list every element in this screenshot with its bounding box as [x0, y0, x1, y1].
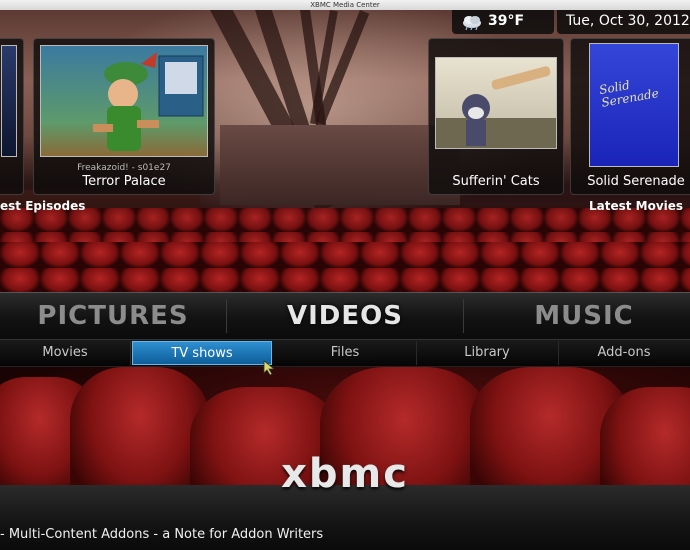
episode-thumbnail	[40, 45, 208, 157]
movie-poster: Solid Serenade	[589, 43, 679, 167]
movie-card[interactable]: Sufferin' Cats	[428, 38, 564, 195]
sub-menu-tv-shows[interactable]: TV shows	[132, 341, 272, 365]
sub-menu-add-ons[interactable]: Add-ons	[558, 341, 690, 365]
movie-card[interactable]: Solid Serenade Solid Serenade	[570, 38, 690, 195]
latest-episodes-label: est Episodes	[0, 199, 86, 213]
sub-menu-label: Files	[330, 345, 360, 360]
rss-ticker[interactable]: - Multi-Content Addons - a Note for Addo…	[0, 527, 323, 542]
episode-show-label: Freakazoid! - s01e27	[77, 163, 171, 173]
main-menu-videos[interactable]: VIDEOS	[227, 293, 463, 339]
window-title-bar: XBMC Media Center	[0, 0, 690, 10]
temperature: 39°F	[488, 13, 525, 29]
episode-card-partial[interactable]	[0, 38, 24, 195]
mouse-pointer-icon	[263, 360, 276, 376]
episode-title: Terror Palace	[82, 174, 166, 189]
episode-card[interactable]: Freakazoid! - s01e27 Terror Palace	[33, 38, 215, 195]
movie-title: Sufferin' Cats	[452, 174, 540, 189]
sub-menu-label: Library	[464, 345, 510, 360]
cloud-icon	[463, 16, 481, 30]
sub-menu-label: Add-ons	[597, 345, 651, 360]
main-menu: PICTURES VIDEOS MUSIC	[0, 292, 690, 340]
sub-menu-movies[interactable]: Movies	[0, 341, 131, 365]
poster-caption: Solid Serenade	[598, 77, 660, 110]
movie-thumbnail	[435, 57, 557, 149]
date-text: Tue, Oct 30, 2012	[566, 13, 690, 29]
main-menu-music[interactable]: MUSIC	[464, 293, 690, 339]
sub-menu-library[interactable]: Library	[416, 341, 559, 365]
main-menu-label: PICTURES	[37, 301, 189, 331]
movie-title: Solid Serenade	[587, 174, 685, 189]
xbmc-logo: xbmc	[281, 451, 409, 497]
main-menu-label: MUSIC	[534, 301, 634, 331]
latest-movies-label: Latest Movies	[589, 199, 684, 213]
date-widget: Tue, Oct 30, 2012	[557, 10, 690, 34]
ticker-text: - Multi-Content Addons - a Note for Addo…	[0, 527, 324, 542]
weather-widget: 39°F	[452, 10, 554, 34]
sub-menu-label: Movies	[42, 345, 88, 360]
main-menu-pictures[interactable]: PICTURES	[0, 293, 226, 339]
window-title: XBMC Media Center	[310, 1, 380, 9]
sub-menu: Movies TV shows Files Library Add-ons	[0, 340, 690, 367]
sub-menu-label: TV shows	[171, 346, 233, 361]
main-menu-label: VIDEOS	[287, 301, 403, 331]
sub-menu-files[interactable]: Files	[274, 341, 417, 365]
